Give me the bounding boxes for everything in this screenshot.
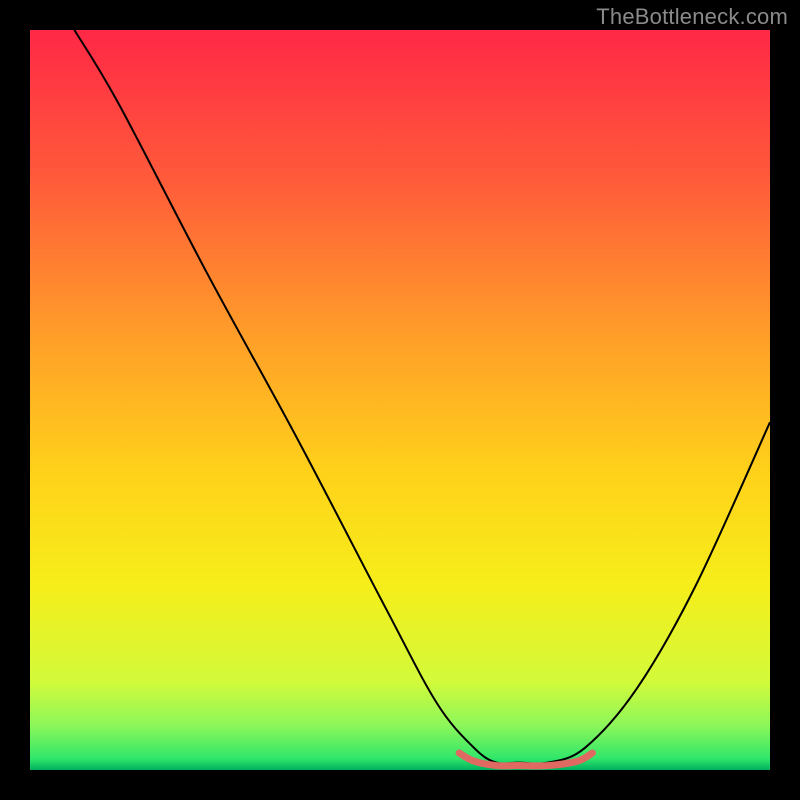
plot-svg	[30, 30, 770, 770]
gradient-background	[30, 30, 770, 770]
chart-container: TheBottleneck.com	[0, 0, 800, 800]
plot-area	[30, 30, 770, 770]
watermark-text: TheBottleneck.com	[596, 4, 788, 30]
